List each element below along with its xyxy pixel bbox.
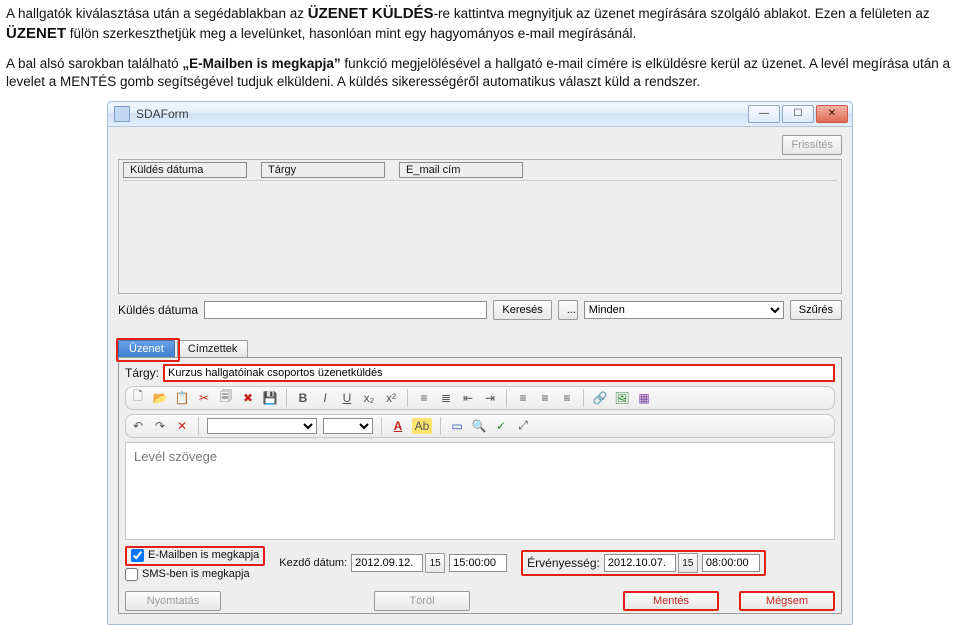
table-icon[interactable]: ▦ xyxy=(636,390,652,406)
search-field-label: Küldés dátuma xyxy=(118,303,198,317)
cancel-button[interactable]: Mégsem xyxy=(739,591,835,611)
delete-icon[interactable]: ✖ xyxy=(240,390,256,406)
validity-label: Érvényesség: xyxy=(527,556,600,570)
copy-icon[interactable]: 🗐 xyxy=(218,390,234,406)
open-icon[interactable]: 📂 xyxy=(152,390,168,406)
unordered-list-icon[interactable]: ≣ xyxy=(438,390,454,406)
highlight-icon[interactable]: Ab xyxy=(412,418,432,434)
editor-toolbar-1: 🗋 📂 📋 ✂ 🗐 ✖ 💾 B I U x₂ x² xyxy=(125,386,835,410)
search-input[interactable] xyxy=(204,301,487,319)
underline-icon[interactable]: U xyxy=(339,390,355,406)
filter-button[interactable]: Szűrés xyxy=(790,300,842,320)
minimize-button[interactable]: — xyxy=(748,105,780,123)
validity-group: Érvényesség: 15 xyxy=(521,550,766,576)
close-button[interactable]: ✕ xyxy=(816,105,848,123)
undo-icon[interactable]: ↶ xyxy=(130,418,146,434)
filter-bar: Küldés dátuma Keresés ... Minden Szűrés xyxy=(118,300,842,320)
font-family-select[interactable] xyxy=(207,418,317,434)
subscript-icon[interactable]: x₂ xyxy=(361,390,377,406)
start-date-label: Kezdő dátum: xyxy=(279,557,347,569)
doc-paragraph-2: A bal alsó sarokban található „E-Mailben… xyxy=(6,55,954,91)
align-left-icon[interactable]: ≡ xyxy=(515,390,531,406)
col-header-date[interactable]: Küldés dátuma xyxy=(123,162,247,178)
filter-scope-select[interactable]: Minden xyxy=(584,301,784,319)
search-button[interactable]: Keresés xyxy=(493,300,551,320)
message-tabstrip: Üzenet Címzettek xyxy=(118,340,842,357)
refresh-button[interactable]: Frissítés xyxy=(782,135,842,155)
tab-recipients[interactable]: Címzettek xyxy=(177,340,249,357)
new-icon[interactable]: 🗋 xyxy=(130,390,146,406)
image-icon[interactable]: 🖼 xyxy=(614,390,630,406)
subject-input[interactable] xyxy=(163,364,835,382)
cut-icon[interactable]: ✂ xyxy=(196,390,212,406)
app-icon xyxy=(114,106,130,122)
calendar-icon[interactable]: 15 xyxy=(425,553,445,573)
titlebar[interactable]: SDAForm — ☐ ✕ xyxy=(108,102,852,127)
italic-icon[interactable]: I xyxy=(317,390,333,406)
insert-object-icon[interactable]: ▭ xyxy=(449,418,465,434)
save-button[interactable]: Mentés xyxy=(623,591,719,611)
messages-list-panel: Küldés dátuma Tárgy E_mail cím xyxy=(118,159,842,294)
delete-button[interactable]: Töröl xyxy=(374,591,470,611)
messages-list[interactable] xyxy=(123,180,837,289)
sms-copy-label: SMS-ben is megkapja xyxy=(142,568,250,580)
message-body-editor[interactable]: Levél szövege xyxy=(125,442,835,540)
redo-icon[interactable]: ↷ xyxy=(152,418,168,434)
col-header-email[interactable]: E_mail cím xyxy=(399,162,523,178)
zoom-icon[interactable]: ⤢ xyxy=(515,418,531,434)
maximize-button[interactable]: ☐ xyxy=(782,105,814,123)
paste-icon[interactable]: 📋 xyxy=(174,390,190,406)
start-time-input[interactable] xyxy=(449,554,507,572)
calendar-icon[interactable]: 15 xyxy=(678,553,698,573)
font-size-select[interactable] xyxy=(323,418,373,434)
window-title: SDAForm xyxy=(136,107,189,121)
sms-copy-checkbox[interactable]: SMS-ben is megkapja xyxy=(125,568,265,581)
ordered-list-icon[interactable]: ≡ xyxy=(416,390,432,406)
email-copy-checkbox[interactable]: E-Mailben is megkapja xyxy=(131,549,259,562)
start-date-input[interactable] xyxy=(351,554,423,572)
email-copy-checkbox-input[interactable] xyxy=(131,549,144,562)
bold-icon[interactable]: B xyxy=(295,390,311,406)
email-copy-label: E-Mailben is megkapja xyxy=(148,549,259,561)
sms-copy-checkbox-input[interactable] xyxy=(125,568,138,581)
superscript-icon[interactable]: x² xyxy=(383,390,399,406)
spellcheck-icon[interactable]: ✓ xyxy=(493,418,509,434)
indent-icon[interactable]: ⇥ xyxy=(482,390,498,406)
align-right-icon[interactable]: ≡ xyxy=(559,390,575,406)
tab-message[interactable]: Üzenet xyxy=(118,340,175,357)
save-icon[interactable]: 💾 xyxy=(262,390,278,406)
find-icon[interactable]: 🔍 xyxy=(471,418,487,434)
doc-paragraph-1: A hallgatók kiválasztása után a segédabl… xyxy=(6,4,954,45)
print-button[interactable]: Nyomtatás xyxy=(125,591,221,611)
font-color-icon[interactable]: A xyxy=(390,418,406,434)
dialog-window: SDAForm — ☐ ✕ Frissítés Küldés dátuma Tá… xyxy=(107,101,853,625)
outdent-icon[interactable]: ⇤ xyxy=(460,390,476,406)
validity-date-input[interactable] xyxy=(604,554,676,572)
validity-time-input[interactable] xyxy=(702,554,760,572)
col-header-subject[interactable]: Tárgy xyxy=(261,162,385,178)
search-more-button[interactable]: ... xyxy=(558,300,578,320)
link-icon[interactable]: 🔗 xyxy=(592,390,608,406)
subject-label: Tárgy: xyxy=(125,366,159,380)
editor-toolbar-2: ↶ ↷ ✕ A Ab ▭ 🔍 ✓ ⤢ xyxy=(125,414,835,438)
clear-format-icon[interactable]: ✕ xyxy=(174,418,190,434)
align-center-icon[interactable]: ≡ xyxy=(537,390,553,406)
